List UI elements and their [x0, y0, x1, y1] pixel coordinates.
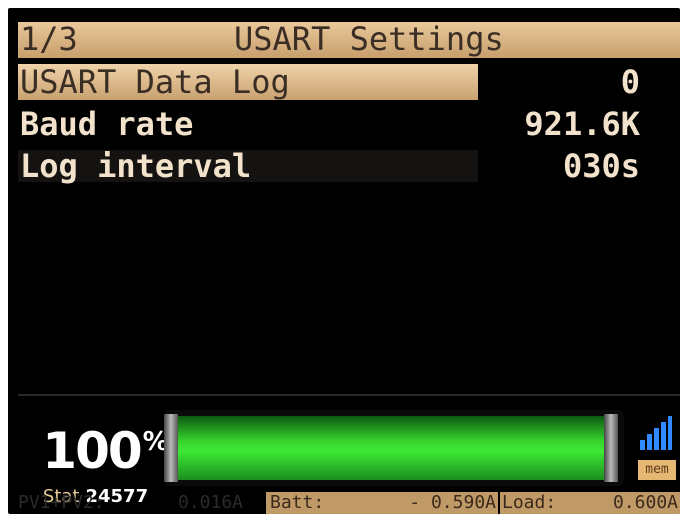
setting-value: 0 — [620, 63, 640, 101]
readout-bar: PV1+PV2: 0.016A Batt: - 0.590A Load: 0.6… — [18, 492, 680, 514]
setting-label: Baud rate — [20, 105, 194, 143]
load-label: Load: — [502, 492, 557, 513]
divider — [18, 394, 680, 396]
battery-fill — [178, 416, 604, 480]
title-bar: 1/3 USART Settings — [18, 20, 680, 61]
setting-value: 030s — [562, 147, 640, 185]
setting-row-log-interval[interactable]: Log interval 030s — [18, 146, 680, 186]
load-value: 0.600A — [612, 492, 678, 513]
device-screen: 1/3 USART Settings USART Data Log 0 Baud… — [8, 8, 680, 514]
pv-value: 0.016A — [178, 492, 244, 513]
setting-row-baud-rate[interactable]: Baud rate 921.6K — [18, 104, 680, 144]
pv-label: PV1+PV2: — [18, 492, 105, 513]
setting-row-usart-data-log[interactable]: USART Data Log 0 — [18, 62, 680, 102]
battery-bar — [164, 410, 624, 486]
setting-value: 921.6K — [524, 105, 640, 143]
load-readout: Load: 0.600A — [500, 492, 680, 514]
page-title: USART Settings — [234, 20, 504, 58]
setting-label: Log interval — [20, 147, 252, 185]
page-indicator: 1/3 — [20, 20, 78, 58]
batt-value: - 0.590A — [409, 492, 496, 513]
battery-cap-right — [604, 414, 618, 482]
signal-bars-icon — [640, 416, 672, 450]
batt-label: Batt: — [270, 492, 325, 513]
batt-readout: Batt: - 0.590A — [266, 492, 498, 514]
mem-badge: mem — [638, 460, 676, 480]
setting-label: USART Data Log — [20, 63, 290, 101]
battery-cap-left — [164, 414, 178, 482]
